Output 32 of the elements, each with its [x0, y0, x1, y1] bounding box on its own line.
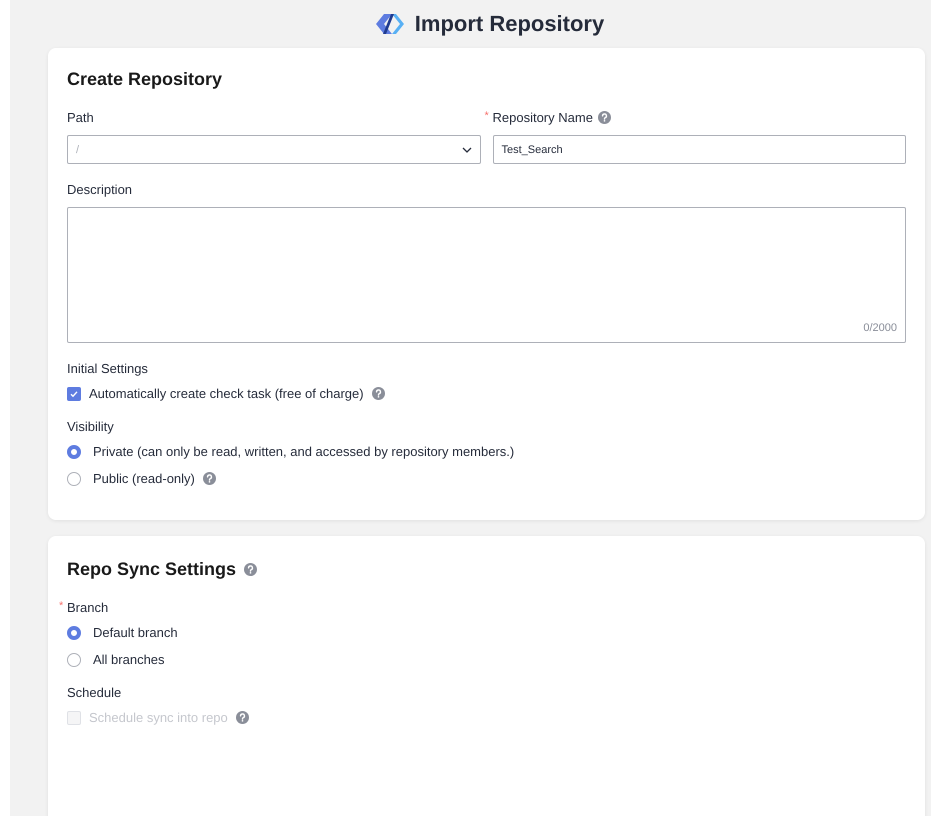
field-label: Repository Name: [492, 110, 593, 125]
field-label: Initial Settings: [67, 361, 148, 376]
help-icon[interactable]: [598, 111, 611, 124]
field-value: Test_Search: [502, 144, 563, 156]
page-title: Import Repository: [414, 11, 604, 37]
chevron-down-icon: [462, 146, 472, 152]
field-label: Schedule: [67, 685, 122, 700]
field-label: Visibility: [67, 419, 114, 434]
checkbox[interactable]: [67, 386, 81, 400]
option-label[interactable]: Default branch: [93, 625, 178, 640]
radio-button[interactable]: [67, 652, 81, 666]
required-mark: *: [484, 110, 489, 122]
radio-button[interactable]: [67, 472, 81, 486]
option-label[interactable]: Automatically create check task (free of charge): [89, 386, 364, 401]
card-title: Repo Sync Settings: [67, 559, 236, 580]
repository-name-field[interactable]: Test_Search: [492, 135, 906, 164]
option-label[interactable]: Public (read-only): [93, 471, 195, 486]
help-icon[interactable]: [202, 472, 216, 485]
help-icon[interactable]: [372, 387, 385, 400]
radio-button[interactable]: [67, 626, 81, 640]
help-icon[interactable]: [244, 563, 258, 576]
option-label[interactable]: All branches: [93, 652, 165, 667]
field-label: Branch: [67, 600, 108, 615]
radio-button[interactable]: [67, 444, 81, 458]
character-counter: 0/2000: [863, 322, 897, 334]
logo-icon: [374, 12, 405, 36]
card-title: Create Repository: [67, 69, 224, 90]
field-label: Description: [67, 182, 132, 197]
required-mark: *: [59, 600, 64, 612]
field-label: Path: [67, 110, 94, 125]
option-label[interactable]: Private (can only be read, written, and accessed by repository members.): [93, 444, 514, 459]
select-placeholder: /: [76, 144, 80, 156]
